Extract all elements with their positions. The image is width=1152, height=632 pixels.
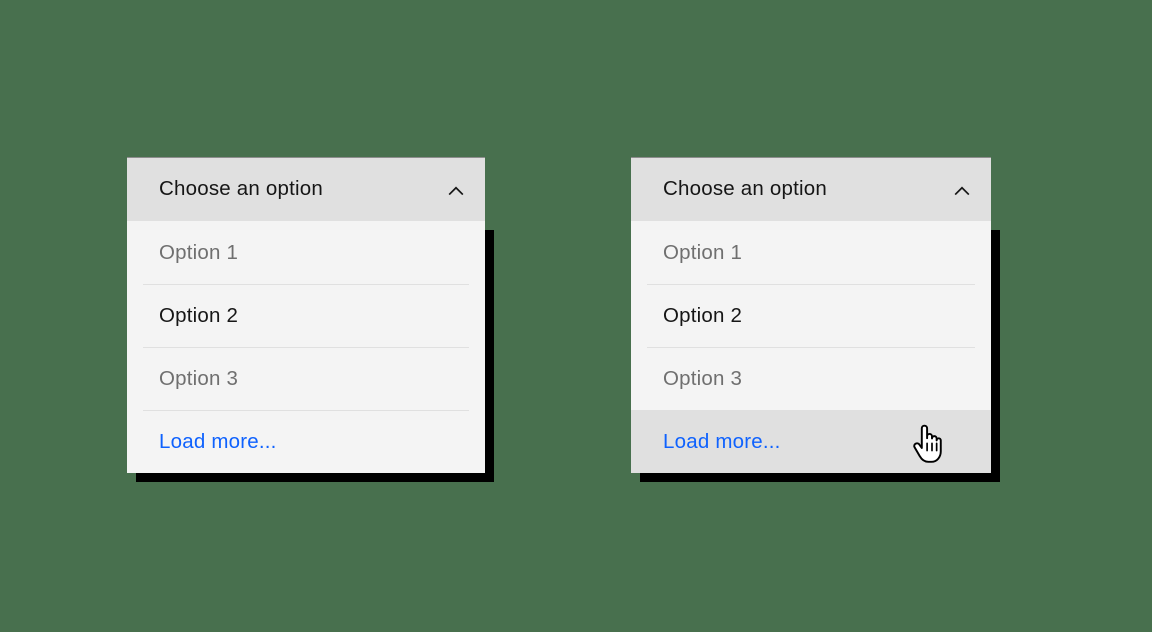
- dropdown-trigger-label: Choose an option: [663, 177, 827, 201]
- option-divider: [143, 347, 469, 348]
- dropdown-option-2[interactable]: Option 2: [631, 284, 991, 347]
- dropdown-load-more[interactable]: Load more...: [127, 410, 485, 473]
- option-label: Option 1: [663, 240, 743, 264]
- dropdown-option-2[interactable]: Option 2: [127, 284, 485, 347]
- dropdown-hover: Choose an option Option 1 Option 2 Optio…: [631, 157, 1000, 482]
- option-divider: [143, 284, 469, 285]
- load-more-label: Load more...: [159, 429, 277, 453]
- dropdown-menu: Option 1 Option 2 Option 3 Load more...: [631, 221, 991, 473]
- dropdown-load-more[interactable]: Load more...: [631, 410, 991, 473]
- option-divider: [143, 410, 469, 411]
- option-divider: [647, 347, 975, 348]
- dropdown-option-1[interactable]: Option 1: [127, 221, 485, 284]
- load-more-label: Load more...: [663, 429, 781, 453]
- dropdown-option-3[interactable]: Option 3: [127, 347, 485, 410]
- dropdown-trigger-label: Choose an option: [159, 177, 323, 201]
- option-label: Option 2: [159, 303, 239, 327]
- option-label: Option 3: [159, 366, 239, 390]
- dropdown-trigger[interactable]: Choose an option: [631, 157, 991, 221]
- dropdown-option-1[interactable]: Option 1: [631, 221, 991, 284]
- dropdown-menu-container: Option 1 Option 2 Option 3 Load more...: [631, 221, 1000, 482]
- option-label: Option 1: [159, 240, 239, 264]
- option-divider: [647, 284, 975, 285]
- dropdown-menu-container: Option 1 Option 2 Option 3 Load more...: [127, 221, 494, 482]
- dropdown-default: Choose an option Option 1 Option 2 Optio…: [127, 157, 494, 482]
- option-label: Option 3: [663, 366, 743, 390]
- dropdown-trigger[interactable]: Choose an option: [127, 157, 485, 221]
- canvas: Choose an option Option 1 Option 2 Optio…: [0, 0, 1152, 632]
- dropdown-option-3[interactable]: Option 3: [631, 347, 991, 410]
- chevron-up-icon[interactable]: [442, 176, 470, 204]
- option-label: Option 2: [663, 303, 743, 327]
- chevron-up-icon[interactable]: [948, 176, 976, 204]
- dropdown-menu: Option 1 Option 2 Option 3 Load more...: [127, 221, 485, 473]
